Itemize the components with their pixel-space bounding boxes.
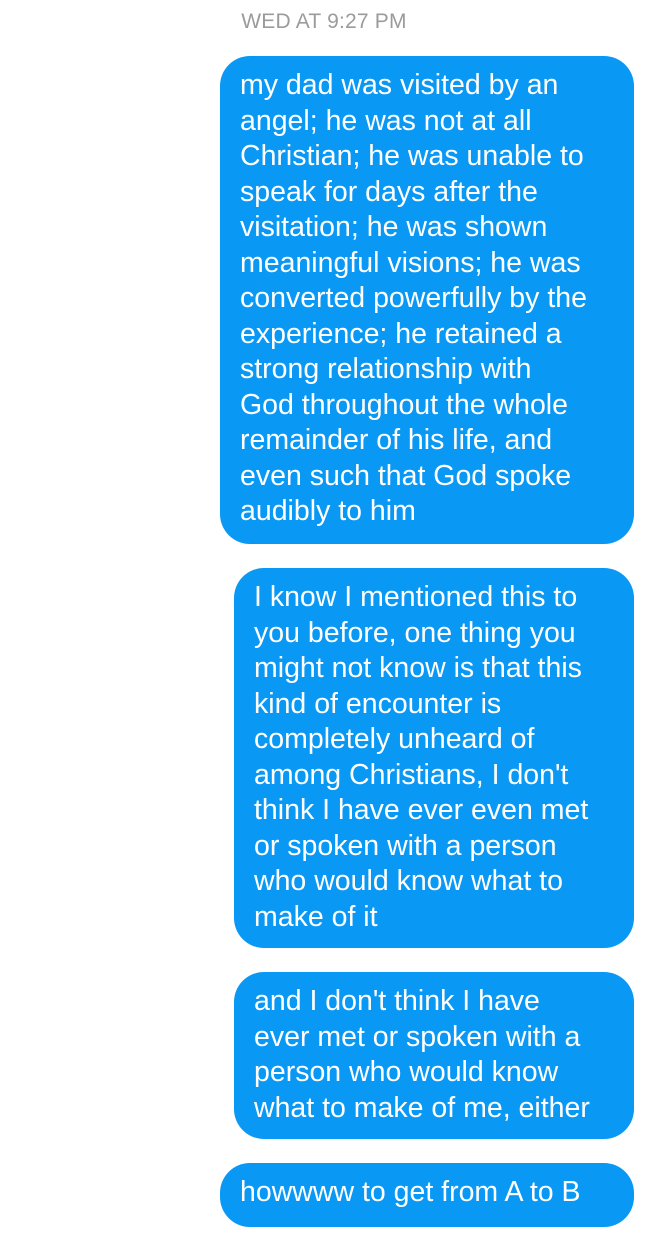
message-bubble[interactable]: my dad was visited by an angel; he was n… (220, 56, 634, 544)
message-thread: WED AT 9:27 PM my dad was visited by an … (0, 0, 648, 1240)
timestamp: WED AT 9:27 PM (241, 10, 407, 33)
message-bubble[interactable]: howwww to get from A to B (220, 1163, 634, 1227)
message-bubble[interactable]: I know I mentioned this to you before, o… (234, 568, 634, 948)
message-bubble[interactable]: and I don't think I have ever met or spo… (234, 972, 634, 1139)
